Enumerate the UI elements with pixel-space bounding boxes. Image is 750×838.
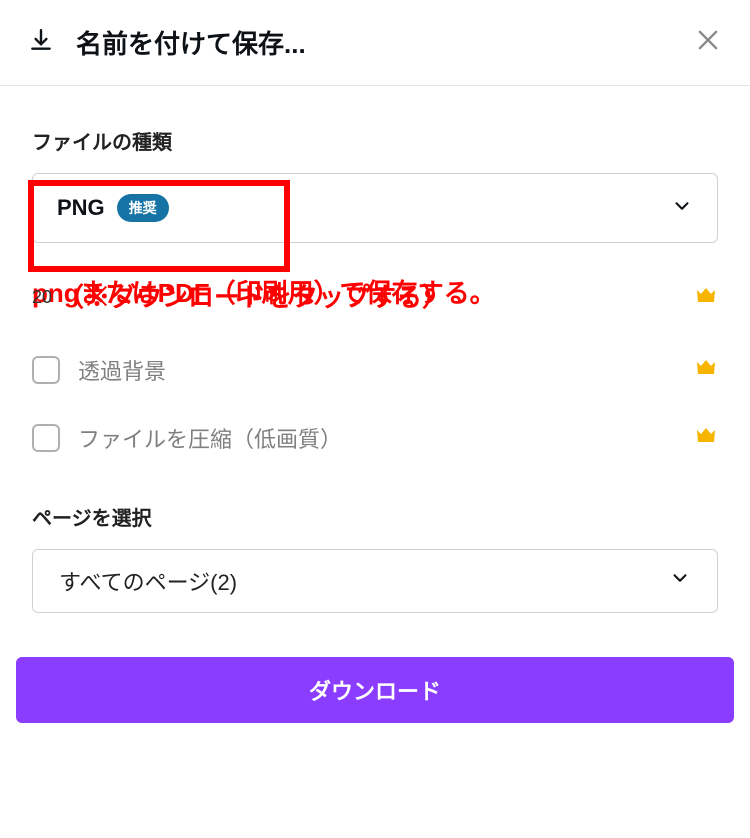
annotation-line2: （※ダウンロードをタップする） bbox=[58, 277, 448, 317]
size-prefix: 20 bbox=[32, 287, 52, 308]
chevron-down-icon bbox=[671, 195, 693, 222]
filetype-value: PNG bbox=[57, 195, 105, 221]
pages-label: ページを選択 bbox=[32, 502, 718, 531]
download-button[interactable]: ダウンロード bbox=[16, 657, 734, 723]
close-button[interactable] bbox=[694, 26, 722, 59]
transparent-bg-label: 透過背景 bbox=[78, 354, 694, 386]
transparent-bg-checkbox[interactable] bbox=[32, 356, 60, 384]
crown-icon bbox=[694, 283, 718, 312]
pages-select[interactable]: すべてのページ(2) bbox=[32, 549, 718, 613]
filetype-label: ファイルの種類 bbox=[32, 126, 718, 155]
compress-label: ファイルを圧縮（低画質） bbox=[78, 422, 694, 454]
download-icon bbox=[28, 27, 54, 58]
dialog-title: 名前を付けて保存... bbox=[76, 24, 694, 61]
filetype-select[interactable]: PNG 推奨 bbox=[32, 173, 718, 243]
chevron-down-icon bbox=[669, 567, 691, 594]
crown-icon bbox=[694, 423, 718, 452]
crown-icon bbox=[694, 355, 718, 384]
recommended-badge: 推奨 bbox=[117, 194, 169, 222]
pages-value: すべてのページ(2) bbox=[59, 565, 237, 597]
compress-checkbox[interactable] bbox=[32, 424, 60, 452]
